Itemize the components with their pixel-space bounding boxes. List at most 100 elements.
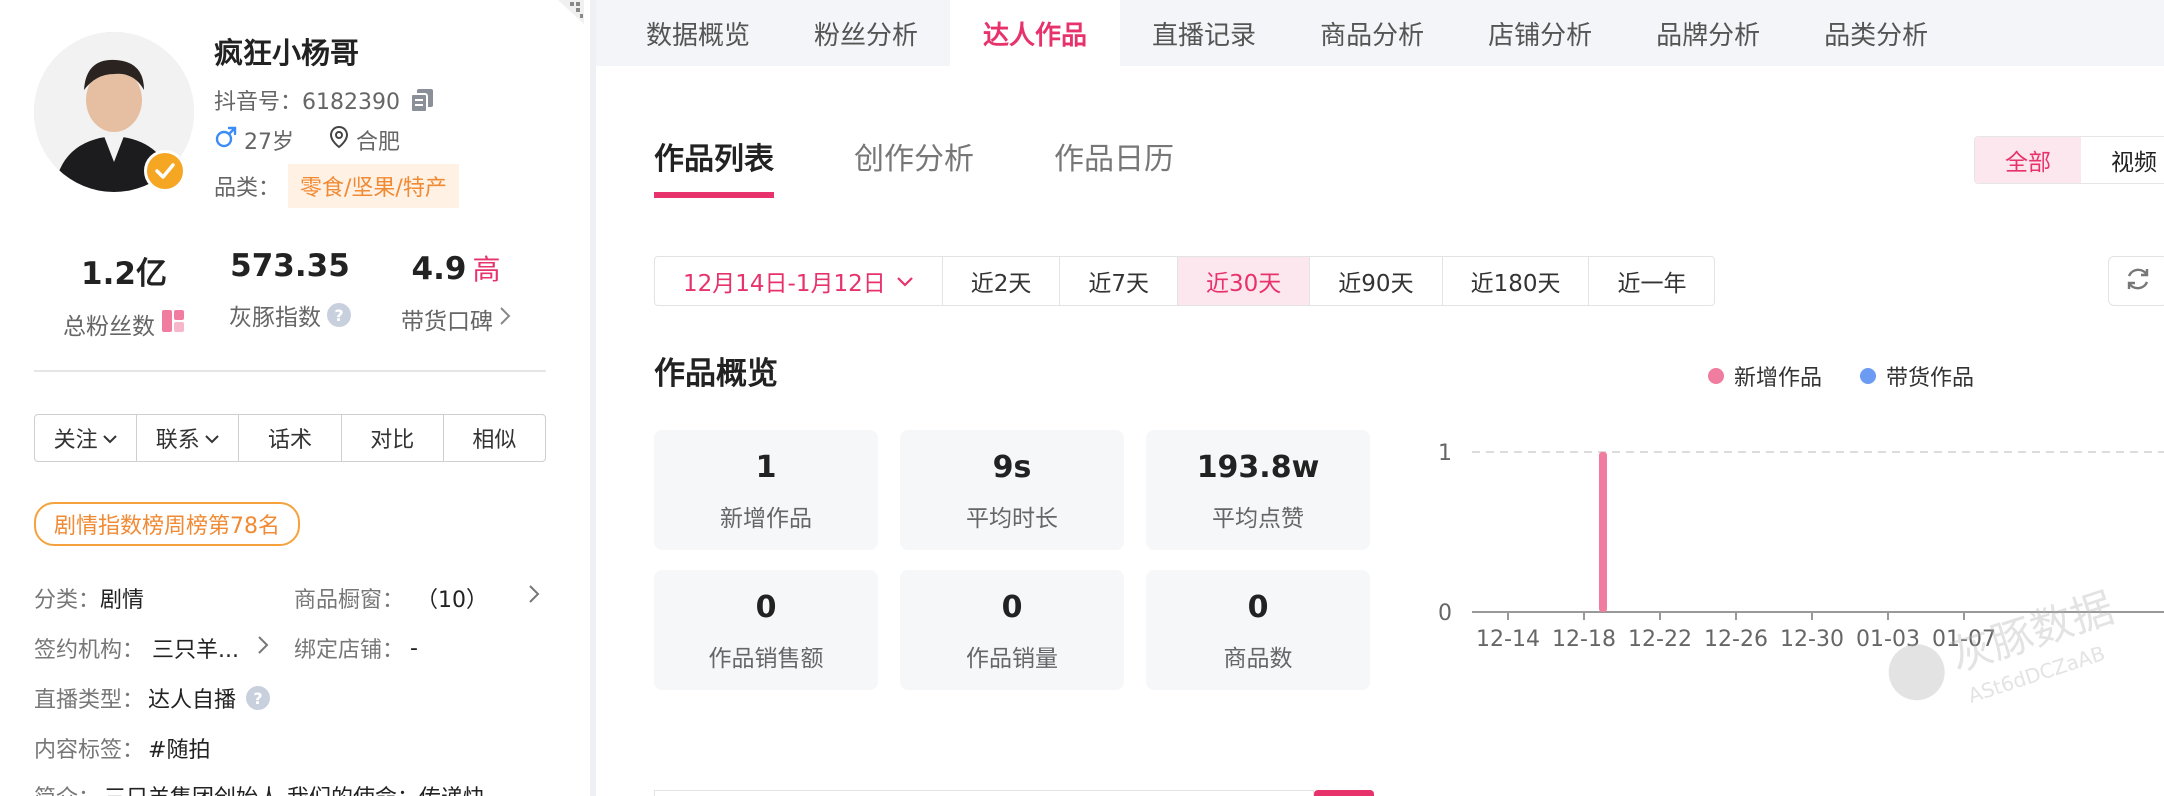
- copy-icon[interactable]: [408, 86, 436, 114]
- tab-shops[interactable]: 店铺分析: [1456, 0, 1624, 66]
- subtab-creation-analysis[interactable]: 创作分析: [854, 134, 974, 198]
- category-row: 品类： 零食/坚果/特产: [214, 164, 459, 208]
- location-text: 合肥: [356, 130, 401, 155]
- reputation-level: 高: [472, 253, 501, 286]
- verified-badge-icon: [144, 150, 186, 192]
- works-list-table-header: [654, 790, 1314, 796]
- date-option-7d[interactable]: 近7天: [1060, 257, 1179, 305]
- date-range-picker[interactable]: 12月14日-1月12日: [655, 257, 943, 305]
- date-option-2d[interactable]: 近2天: [943, 257, 1061, 305]
- date-option-1y[interactable]: 近一年: [1589, 257, 1714, 305]
- divider: [34, 370, 546, 372]
- works-list-accent: [1314, 790, 1374, 796]
- window-chevron-right-icon[interactable]: [528, 584, 540, 604]
- stat-fans-value: 1.2亿: [81, 256, 167, 292]
- card-sales-amount: 0 作品销售额: [654, 570, 878, 690]
- info-intro-key: 简介：: [34, 780, 100, 796]
- y-tick-label: 0: [1438, 601, 1452, 626]
- info-live-type: 直播类型： 达人自播 ?: [34, 682, 271, 714]
- date-option-90d[interactable]: 近90天: [1310, 257, 1443, 305]
- tab-products[interactable]: 商品分析: [1288, 0, 1456, 66]
- info-window-value: （10）: [416, 588, 489, 613]
- subtab-works-list[interactable]: 作品列表: [654, 134, 774, 198]
- tab-brands[interactable]: 品牌分析: [1624, 0, 1792, 66]
- stat-index-value: 573.35: [230, 248, 350, 284]
- tab-fans[interactable]: 粉丝分析: [782, 0, 950, 66]
- content-type-toggle: 全部 视频: [1974, 136, 2164, 184]
- card-new-works-value: 1: [755, 450, 777, 485]
- stat-index: 573.35 灰豚指数 ?: [200, 248, 380, 332]
- tab-works[interactable]: 达人作品: [950, 0, 1121, 66]
- help-icon[interactable]: ?: [246, 686, 271, 710]
- info-intro-value: 三只羊集团创始人 我们的使命：传递快: [104, 780, 485, 796]
- douyin-id: 抖音号：6182390: [214, 84, 436, 116]
- help-icon[interactable]: ?: [327, 303, 351, 327]
- chart-legend: 新增作品 带货作品: [1708, 360, 1974, 392]
- info-window-key: 商品橱窗：: [294, 588, 405, 613]
- compare-button[interactable]: 对比: [342, 415, 444, 461]
- x-tick-label: 12-18: [1552, 627, 1616, 652]
- info-intro: 简介： 三只羊集团创始人 我们的使命：传递快: [34, 780, 485, 796]
- x-tick-label: 12-26: [1704, 627, 1768, 652]
- info-tags-value: #随拍: [148, 738, 211, 763]
- tab-live[interactable]: 直播记录: [1120, 0, 1288, 66]
- influencer-name: 疯狂小杨哥: [214, 36, 360, 70]
- fans-chart-icon[interactable]: [161, 309, 185, 339]
- card-product-count: 0 商品数: [1146, 570, 1370, 690]
- overview-title: 作品概览: [654, 356, 778, 392]
- card-avg-likes: 193.8w 平均点赞: [1146, 430, 1370, 550]
- info-agency[interactable]: 签约机构： 三只羊...: [34, 632, 269, 664]
- toggle-video[interactable]: 视频: [2081, 137, 2164, 183]
- qr-code-icon[interactable]: [554, 0, 584, 26]
- main-tab-bar: 数据概览 粉丝分析 达人作品 直播记录 商品分析 店铺分析 品牌分析 品类分析: [596, 0, 2164, 66]
- info-tags-key: 内容标签：: [34, 738, 145, 763]
- legend-selling-works[interactable]: 带货作品: [1860, 360, 1974, 392]
- y-tick-label: 1: [1438, 441, 1452, 466]
- category-tag[interactable]: 零食/坚果/特产: [288, 164, 459, 208]
- info-live-key: 直播类型：: [34, 688, 145, 713]
- legend-new-works[interactable]: 新增作品: [1708, 360, 1822, 392]
- info-shop-value: -: [410, 635, 418, 661]
- info-category-value: 剧情: [100, 588, 145, 613]
- subtab-works-calendar[interactable]: 作品日历: [1054, 134, 1174, 198]
- similar-button[interactable]: 相似: [444, 415, 545, 461]
- chevron-down-icon: [102, 426, 118, 451]
- script-button[interactable]: 话术: [239, 415, 342, 461]
- contact-label: 联系: [155, 428, 200, 453]
- sub-tab-bar: 作品列表 创作分析 作品日历: [654, 134, 1174, 198]
- bar-new-works: [1599, 452, 1607, 612]
- date-range-text: 12月14日-1月12日: [683, 271, 886, 297]
- stat-reputation[interactable]: 4.9 高 带货口碑: [366, 248, 546, 336]
- card-product-count-value: 0: [1247, 590, 1269, 625]
- date-option-180d[interactable]: 近180天: [1443, 257, 1590, 305]
- chevron-down-icon: [896, 268, 914, 294]
- card-sales-amount-value: 0: [755, 590, 777, 625]
- info-shop: 绑定店铺： -: [294, 632, 418, 664]
- tab-overview[interactable]: 数据概览: [596, 0, 782, 66]
- info-window[interactable]: 商品橱窗： （10）: [294, 582, 488, 614]
- contact-button[interactable]: 联系: [137, 415, 240, 461]
- stat-reputation-value: 4.9: [411, 251, 467, 287]
- follow-button[interactable]: 关注: [35, 415, 138, 461]
- x-tick-label: 12-30: [1780, 627, 1844, 652]
- date-option-30d[interactable]: 近30天: [1178, 257, 1311, 305]
- toggle-all[interactable]: 全部: [1975, 137, 2081, 183]
- info-tags: 内容标签： #随拍: [34, 732, 210, 764]
- card-avg-likes-value: 193.8w: [1196, 450, 1320, 485]
- male-icon: [214, 125, 238, 155]
- card-product-count-label: 商品数: [1223, 646, 1293, 672]
- legend-dot-icon: [1708, 368, 1724, 384]
- refresh-button[interactable]: [2108, 256, 2164, 306]
- stat-fans: 1.2亿 总粉丝数: [34, 248, 214, 341]
- stat-fans-label: 总粉丝数: [63, 314, 155, 340]
- card-sales-volume: 0 作品销量: [900, 570, 1124, 690]
- info-agency-key: 签约机构：: [34, 638, 145, 663]
- stat-reputation-label: 带货口碑: [401, 309, 493, 335]
- douyin-id-text: 抖音号：6182390: [214, 90, 400, 115]
- card-avg-duration-value: 9s: [992, 450, 1032, 485]
- card-new-works: 1 新增作品: [654, 430, 878, 550]
- date-filter-bar: 12月14日-1月12日 近2天 近7天 近30天 近90天 近180天 近一年: [654, 256, 1716, 306]
- rank-badge[interactable]: 剧情指数榜周榜第78名: [34, 502, 300, 546]
- stat-index-label: 灰豚指数: [229, 305, 321, 331]
- tab-categories[interactable]: 品类分析: [1792, 0, 1960, 66]
